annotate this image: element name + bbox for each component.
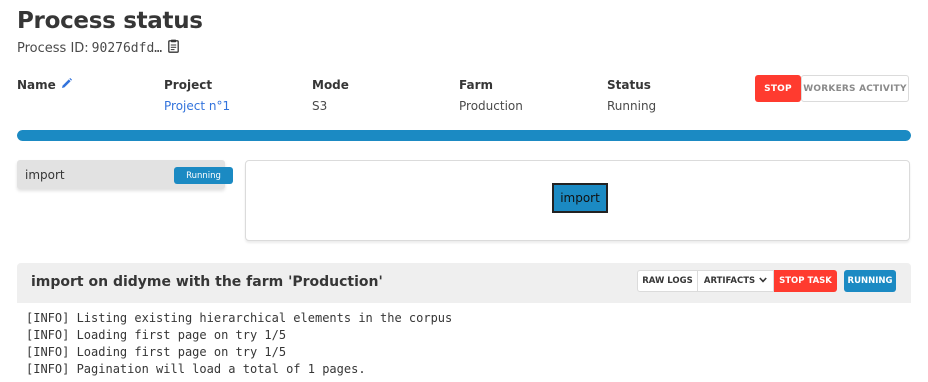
log-line: [INFO] Loading first page on try 1/5 (26, 345, 287, 359)
page-title: Process status (17, 8, 203, 34)
field-name: Name (17, 78, 72, 99)
artifacts-dropdown[interactable]: ARTIFACTS (697, 270, 774, 292)
task-list-item[interactable]: import Running (17, 160, 233, 189)
task-status-badge: RUNNING (844, 270, 896, 292)
stop-task-button[interactable]: STOP TASK (774, 270, 837, 292)
workers-activity-button[interactable]: WORKERS ACTIVITY (801, 75, 909, 102)
task-panel-header: import on didyme with the farm 'Producti… (17, 263, 911, 303)
workflow-graph: import (245, 160, 910, 241)
field-farm-label: Farm (459, 78, 494, 92)
field-status: Status Running (607, 78, 656, 113)
artifacts-label: ARTIFACTS (703, 276, 756, 286)
raw-logs-button[interactable]: RAW LOGS (637, 270, 698, 292)
field-mode: Mode S3 (312, 78, 349, 113)
task-panel: import on didyme with the farm 'Producti… (17, 263, 911, 382)
log-line: [INFO] Pagination will load a total of 1… (26, 362, 366, 376)
field-mode-value: S3 (312, 99, 328, 113)
field-project: Project Project n°1 (164, 78, 230, 113)
status-badge: Running (174, 167, 233, 184)
progress-bar (17, 130, 911, 141)
task-name: import (25, 168, 65, 182)
task-panel-title: import on didyme with the farm 'Producti… (31, 274, 383, 290)
process-id-label: Process ID: (17, 40, 89, 56)
field-name-label: Name (17, 78, 56, 92)
clipboard-icon[interactable] (168, 39, 179, 57)
field-farm-value: Production (459, 99, 523, 113)
chevron-down-icon (759, 276, 767, 286)
field-mode-label: Mode (312, 78, 349, 92)
process-id: Process ID: 90276dfd… (17, 39, 179, 57)
process-id-value: 90276dfd… (91, 40, 163, 56)
project-link[interactable]: Project n°1 (164, 99, 230, 113)
field-farm: Farm Production (459, 78, 523, 113)
graph-node-import[interactable]: import (552, 183, 608, 213)
log-line: [INFO] Loading first page on try 1/5 (26, 328, 287, 342)
field-status-label: Status (607, 78, 651, 92)
stop-button[interactable]: STOP (755, 75, 801, 102)
pencil-icon[interactable] (61, 78, 72, 92)
progress-fill (17, 130, 911, 141)
log-output: [INFO] Listing existing hierarchical ele… (17, 303, 911, 382)
field-project-label: Project (164, 78, 213, 92)
field-status-value: Running (607, 99, 657, 113)
log-line: [INFO] Listing existing hierarchical ele… (26, 311, 453, 325)
